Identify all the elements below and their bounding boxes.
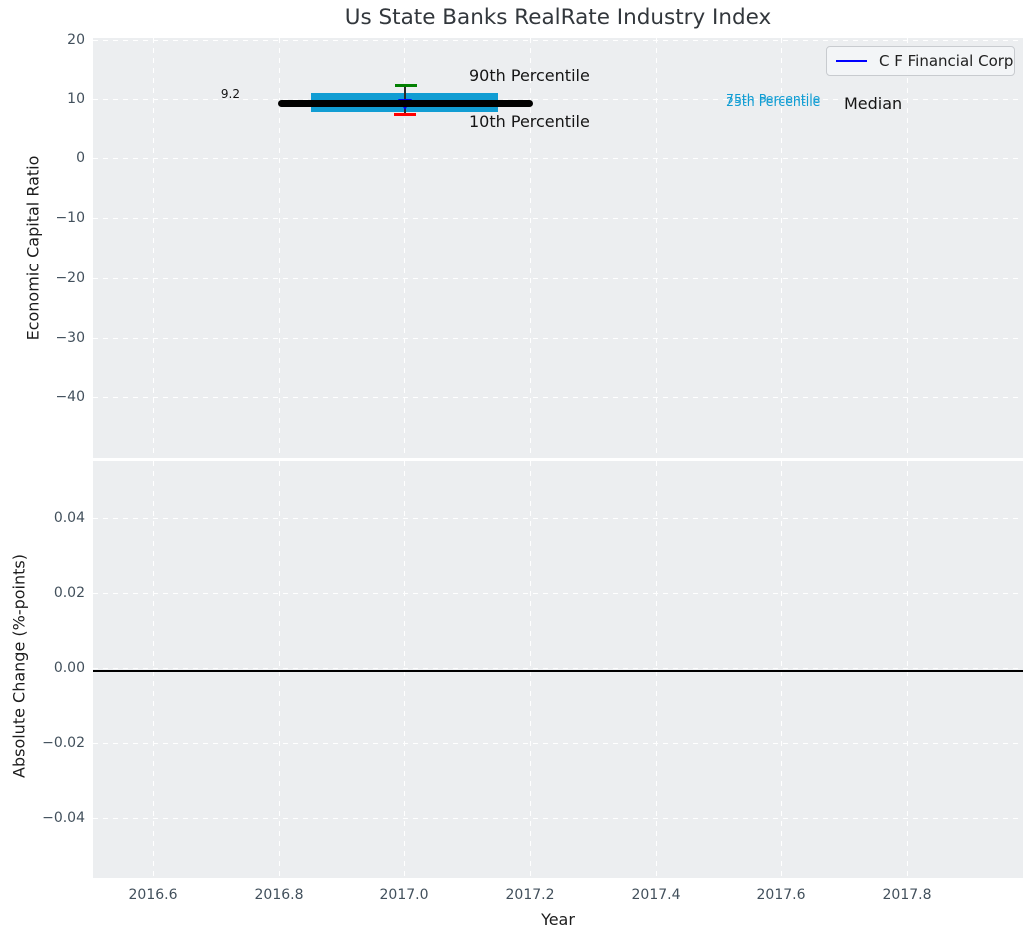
percentile-10-label: 10th Percentile	[469, 112, 590, 131]
percentile-10-cap	[394, 113, 416, 116]
ytick-label: −40	[55, 389, 85, 405]
gridline	[93, 668, 1023, 669]
ytick-label: 0.00	[53, 660, 85, 676]
ytick-label: 20	[67, 32, 85, 48]
figure: Us State Banks RealRate Industry Index 9…	[0, 0, 1034, 942]
zero-change-line	[93, 670, 1023, 672]
gridline	[93, 818, 1023, 819]
gridline	[93, 338, 1023, 339]
gridline	[93, 158, 1023, 159]
gridline	[93, 518, 1023, 519]
bottom-axes	[93, 461, 1023, 878]
ytick-label: −0.02	[42, 735, 85, 751]
median-text-label: Median	[844, 94, 903, 113]
gridline	[656, 38, 657, 458]
legend-label: C F Financial Corp	[879, 52, 1014, 70]
xtick-label: 2016.8	[254, 887, 304, 903]
percentile-90-cap	[395, 84, 417, 87]
ytick-label: 10	[67, 91, 85, 107]
gridline	[93, 593, 1023, 594]
gridline	[93, 40, 1023, 41]
top-y-axis-label: Economic Capital Ratio	[23, 155, 43, 341]
gridline	[93, 397, 1023, 398]
gridline	[93, 743, 1023, 744]
xtick-label: 2017.4	[631, 887, 681, 903]
x-axis-label: Year	[541, 910, 575, 929]
legend-line-sample	[836, 59, 867, 63]
percentile-90-label: 90th Percentile	[469, 66, 590, 85]
xtick-label: 2017.6	[756, 887, 806, 903]
xtick-label: 2016.6	[128, 887, 178, 903]
ytick-label: 0.04	[53, 510, 85, 526]
ytick-label: −0.04	[42, 810, 85, 826]
xtick-label: 2017.0	[379, 887, 429, 903]
median-line	[278, 100, 533, 107]
median-value-annotation: 9.2	[220, 87, 240, 101]
bottom-y-axis-label: Absolute Change (%-points)	[9, 554, 29, 778]
xtick-label: 2017.8	[882, 887, 932, 903]
gridline	[93, 278, 1023, 279]
gridline	[153, 38, 154, 458]
gridline	[93, 218, 1023, 219]
xtick-label: 2017.2	[505, 887, 555, 903]
gridline	[907, 38, 908, 458]
ytick-label: 0.02	[53, 585, 85, 601]
legend: C F Financial Corp	[826, 46, 1015, 76]
percentile-25-label: 25th Percentile	[726, 94, 821, 109]
chart-title: Us State Banks RealRate Industry Index	[344, 5, 772, 30]
